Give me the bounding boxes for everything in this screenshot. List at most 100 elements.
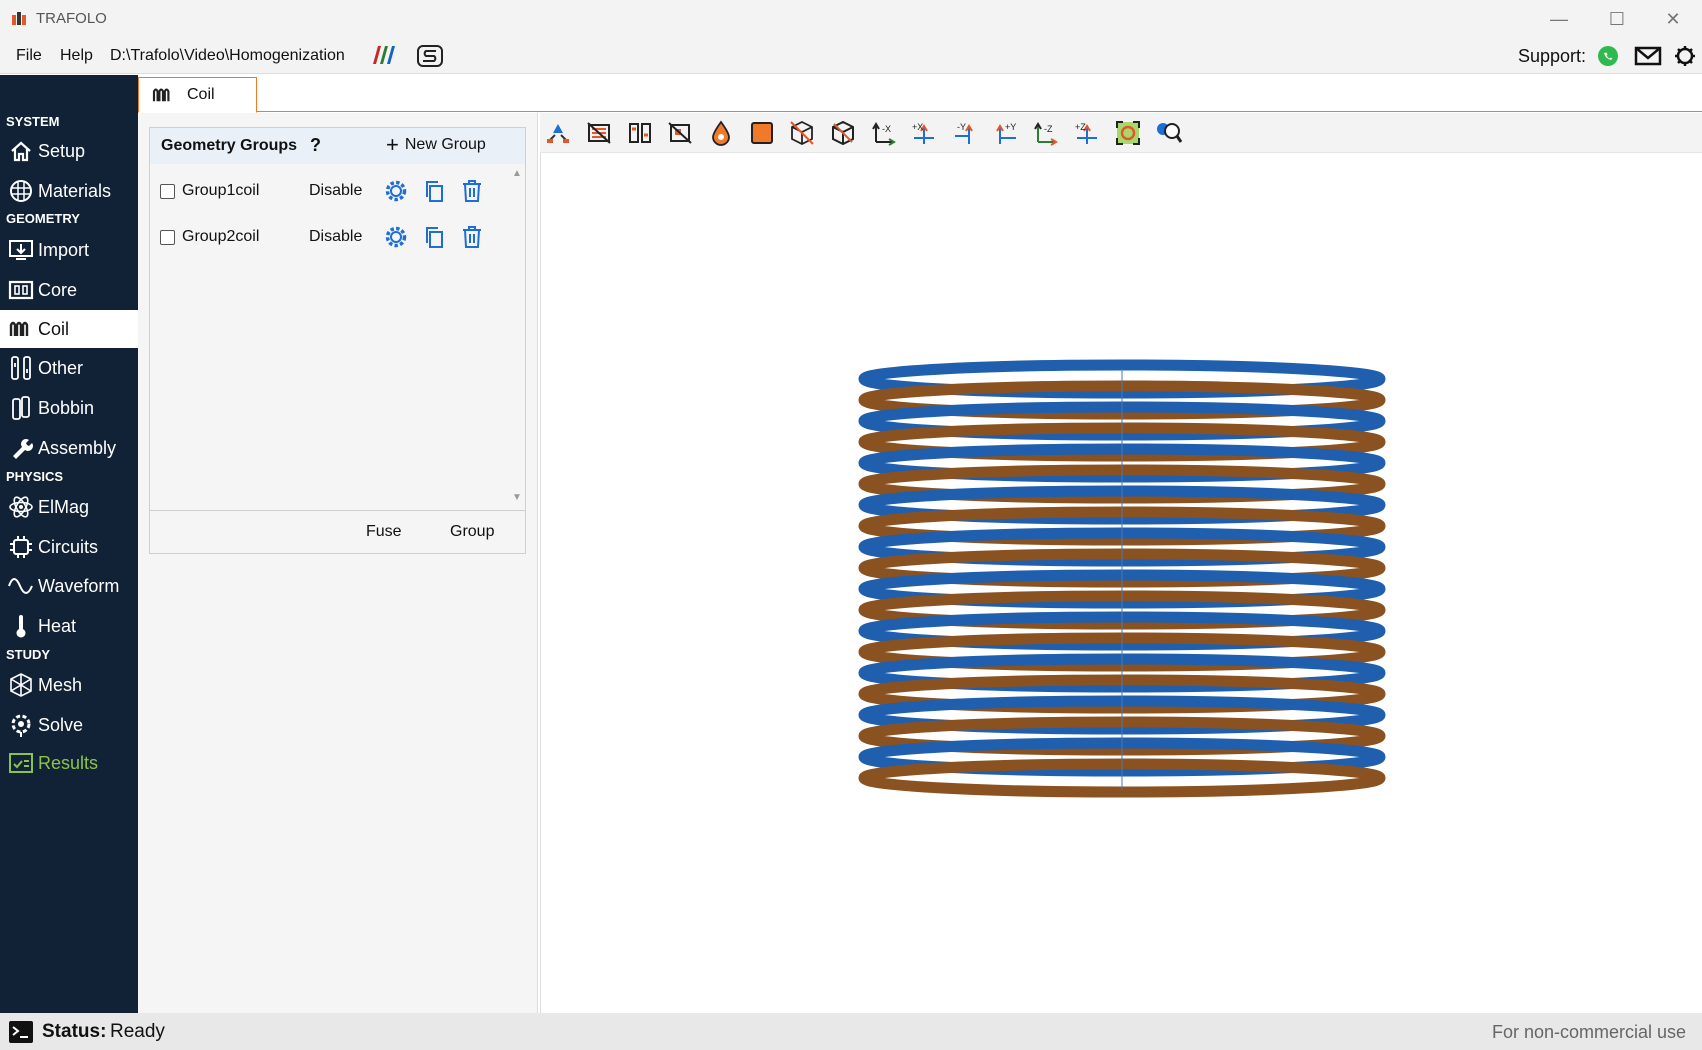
wireframe-icon[interactable]	[786, 118, 818, 148]
fit-icon[interactable]	[1112, 118, 1144, 148]
sidebar: SYSTEM Setup Materials GEOMETRY Import C…	[0, 75, 138, 1013]
sidebar-item-waveform[interactable]: Waveform	[0, 567, 138, 605]
view-minus-z-icon[interactable]: -Z	[1030, 118, 1062, 148]
sidebar-item-label: Materials	[38, 180, 112, 201]
core-icon	[8, 277, 34, 303]
bug-report-icon[interactable]	[1672, 43, 1698, 69]
group-button[interactable]: Group	[450, 523, 494, 541]
sidebar-item-core[interactable]: Core	[0, 271, 138, 309]
pick-icon[interactable]	[1153, 118, 1185, 148]
fuse-button[interactable]: Fuse	[366, 523, 402, 541]
duplicate-icon[interactable]	[415, 179, 453, 203]
scroll-down-icon[interactable]: ▼	[512, 492, 522, 503]
mail-icon[interactable]	[1634, 45, 1662, 67]
view-minus-y-icon[interactable]: -Y	[949, 118, 981, 148]
drop-icon[interactable]	[705, 118, 737, 148]
group-name: Group2coil	[182, 228, 260, 245]
hide-icon[interactable]	[583, 118, 615, 148]
coil-model[interactable]	[541, 153, 1702, 1013]
import-icon	[8, 237, 34, 263]
section-study: STUDY	[6, 647, 51, 662]
plus-icon: +	[386, 132, 399, 157]
sidebar-item-solve[interactable]: Solve	[0, 706, 138, 744]
3d-viewport[interactable]	[540, 153, 1702, 1013]
disable-button[interactable]: Disable	[309, 182, 377, 200]
disable-button[interactable]: Disable	[309, 228, 377, 246]
box-icon[interactable]	[827, 118, 859, 148]
delete-trash-icon[interactable]	[453, 179, 491, 203]
project-path: D:\Trafolo\Video\Homogenization	[110, 47, 345, 64]
view-plus-z-icon[interactable]: +Z	[1071, 118, 1103, 148]
sidebar-item-label: Other	[38, 357, 84, 378]
sidebar-item-label: Coil	[38, 318, 70, 339]
group-checkbox[interactable]	[160, 183, 175, 199]
axis-label: -Y	[957, 122, 966, 132]
groups-footer: Fuse Group	[150, 510, 525, 553]
sidebar-item-label: Waveform	[38, 575, 120, 596]
rgb-bars-icon[interactable]	[370, 44, 398, 66]
sidebar-item-label: Core	[38, 279, 78, 300]
view-plus-x-icon[interactable]: +X	[908, 118, 940, 148]
sidebar-item-label: Circuits	[38, 536, 99, 557]
axis-label: -X	[882, 124, 891, 134]
new-group-label: New Group	[404, 136, 486, 153]
groups-header: Geometry Groups ? + New Group	[150, 128, 525, 164]
minimize-button[interactable]: —	[1530, 0, 1588, 38]
axis-label: +Z	[1075, 122, 1086, 132]
menu-help[interactable]: Help	[60, 47, 93, 65]
menu-file[interactable]: File	[16, 47, 42, 65]
groups-scrollbar[interactable]: ▲ ▼	[508, 164, 525, 510]
help-icon[interactable]: ?	[310, 135, 321, 156]
circuits-icon	[8, 534, 34, 560]
sidebar-item-results[interactable]: Results	[0, 744, 138, 782]
explode-icon[interactable]	[542, 118, 574, 148]
sidebar-item-coil[interactable]: Coil	[0, 310, 138, 348]
license-note: For non-commercial use	[1492, 1022, 1687, 1042]
geometry-groups-panel: Geometry Groups ? + New Group Group1coil…	[149, 127, 526, 554]
view-plus-y-icon[interactable]: +Y	[990, 118, 1022, 148]
terminal-icon	[9, 1021, 33, 1043]
app-logo-icon	[12, 12, 26, 25]
sidebar-item-assembly[interactable]: Assembly	[0, 429, 138, 467]
sidebar-item-bobbin[interactable]: Bobbin	[0, 389, 138, 427]
split-icon[interactable]	[624, 118, 656, 148]
group-row: Group1coil Disable	[150, 168, 508, 214]
group-checkbox[interactable]	[160, 229, 175, 245]
group-name: Group1coil	[182, 182, 260, 199]
app-title: TRAFOLO	[36, 10, 107, 27]
sidebar-item-circuits[interactable]: Circuits	[0, 528, 138, 566]
whatsapp-icon[interactable]	[1596, 44, 1620, 68]
sidebar-item-other[interactable]: Other	[0, 349, 138, 387]
view-minus-x-icon[interactable]: -X	[868, 118, 900, 148]
duplicate-icon[interactable]	[415, 225, 453, 249]
bobbin-icon	[8, 395, 34, 421]
scripting-icon[interactable]	[416, 44, 444, 68]
tab-coil[interactable]: Coil	[138, 77, 257, 113]
sidebar-item-heat[interactable]: Heat	[0, 607, 138, 645]
settings-gear-icon[interactable]	[377, 225, 415, 249]
sidebar-item-setup[interactable]: Setup	[0, 132, 138, 170]
sidebar-item-label: Solve	[38, 714, 84, 735]
sidebar-item-elmag[interactable]: ElMag	[0, 488, 138, 526]
new-group-button[interactable]: + New Group	[386, 132, 486, 157]
sidebar-item-mesh[interactable]: Mesh	[0, 666, 138, 704]
sidebar-item-import[interactable]: Import	[0, 231, 138, 269]
clip-icon[interactable]	[664, 118, 696, 148]
materials-icon	[8, 178, 34, 204]
sidebar-item-label: Import	[38, 239, 90, 260]
solid-icon[interactable]	[746, 118, 778, 148]
maximize-button[interactable]: ☐	[1588, 0, 1646, 38]
coil-icon	[151, 86, 175, 104]
sidebar-item-materials[interactable]: Materials	[0, 172, 138, 210]
scroll-up-icon[interactable]: ▲	[512, 168, 522, 179]
sidebar-item-label: Bobbin	[38, 397, 95, 418]
delete-trash-icon[interactable]	[453, 225, 491, 249]
close-button[interactable]: ✕	[1644, 0, 1702, 38]
status-label: Status:	[42, 1021, 107, 1042]
section-system: SYSTEM	[6, 114, 60, 129]
sidebar-item-label: ElMag	[38, 496, 90, 517]
section-geometry: GEOMETRY	[6, 211, 80, 226]
settings-gear-icon[interactable]	[377, 179, 415, 203]
tab-label: Coil	[187, 86, 215, 103]
menu-bar: File Help D:\Trafolo\Video\Homogenizatio…	[0, 38, 1702, 74]
